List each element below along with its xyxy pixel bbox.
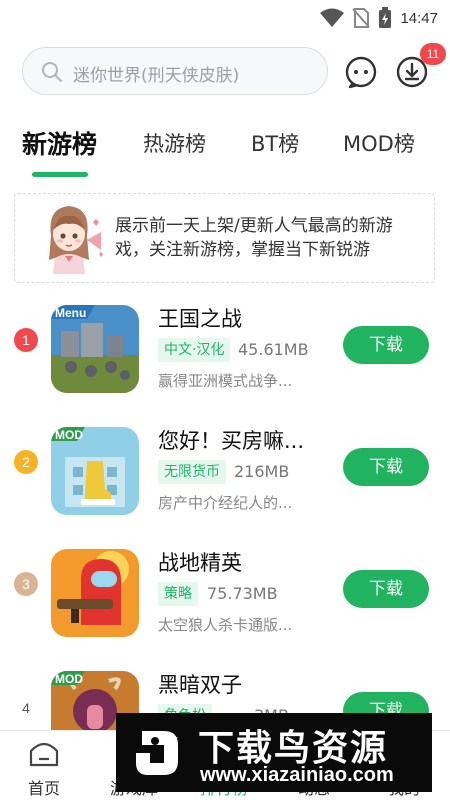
clock: 14:47 <box>400 9 438 27</box>
rank-badge: 2 <box>14 450 38 474</box>
search-row: 迷你世界(刑天侠皮肤) 11 <box>22 43 446 95</box>
game-tag: 策略 <box>158 582 198 606</box>
search-icon <box>42 62 62 82</box>
nav-home-label: 首页 <box>27 779 60 798</box>
download-button[interactable]: 下载 <box>343 326 429 364</box>
tab-bt[interactable]: BT榜 <box>251 128 299 158</box>
rank-badge: 3 <box>14 572 38 596</box>
game-subtitle: 赢得亚洲模式战争... <box>158 372 293 390</box>
game-size: 45.61MB <box>238 340 309 359</box>
game-title[interactable]: 王国之战 <box>158 303 242 333</box>
message-icon[interactable] <box>344 55 378 89</box>
game-row[interactable]: 2 MOD 您好！买房嘛... 无限货币 216MB 房产中介经纪人的... 下… <box>0 422 450 522</box>
watermark-url: www.xiazainiao.com <box>200 764 394 786</box>
game-row[interactable]: 1 Menu 王国之战 中文·汉化 45.61MB 赢得亚洲模式战争... 下载 <box>0 300 450 400</box>
game-size: 216MB <box>234 462 290 481</box>
no-sim-icon <box>352 8 371 28</box>
download-count-badge: 11 <box>420 43 446 65</box>
download-button[interactable]: 下载 <box>343 570 429 608</box>
nav-home[interactable]: 首页 <box>14 739 74 799</box>
ranking-description-banner: 展示前一天上架/更新人气最高的新游戏，关注新游榜，掌握当下新锐游 <box>14 193 435 283</box>
game-title[interactable]: 战地精英 <box>158 547 242 577</box>
home-icon <box>29 742 59 767</box>
game-icon[interactable]: MOD <box>51 427 139 515</box>
tab-new-games[interactable]: 新游榜 <box>22 125 97 161</box>
battery-charging-icon <box>379 7 392 28</box>
game-title[interactable]: 黑暗双子 <box>158 669 242 699</box>
status-bar: 14:47 <box>0 0 450 36</box>
site-watermark: 下载鸟资源 www.xiazainiao.com <box>116 713 432 792</box>
banner-description: 展示前一天上架/更新人气最高的新游戏，关注新游榜，掌握当下新锐游 <box>115 216 393 260</box>
ranking-tabs: 新游榜 热游榜 BT榜 MOD榜 <box>0 120 450 180</box>
mod-corner-label: MOD <box>55 672 83 686</box>
game-row[interactable]: 3 战地精英 策略 75.73MB 太空狼人杀卡通版... 下载 <box>0 544 450 644</box>
game-tag: 中文·汉化 <box>158 338 231 362</box>
mascot-girl-illustration <box>49 206 103 274</box>
game-title[interactable]: 您好！买房嘛... <box>158 425 304 455</box>
tab-hot-games[interactable]: 热游榜 <box>143 128 206 158</box>
rank-badge: 1 <box>14 328 38 352</box>
status-icons: 14:47 <box>320 7 438 29</box>
game-icon[interactable]: Menu <box>51 305 139 393</box>
active-tab-indicator <box>32 172 88 177</box>
game-size: 75.73MB <box>207 584 278 603</box>
mod-corner-label: MOD <box>55 428 83 442</box>
search-placeholder: 迷你世界(刑天侠皮肤) <box>73 66 240 86</box>
game-tag: 无限货币 <box>158 460 226 484</box>
icon-corner-label: Menu <box>55 306 87 320</box>
download-button[interactable]: 下载 <box>343 448 429 486</box>
rank-badge: 4 <box>22 700 30 716</box>
bird-logo-icon <box>136 731 178 775</box>
battlefield-elite-game-icon <box>51 549 139 637</box>
search-input[interactable]: 迷你世界(刑天侠皮肤) <box>22 47 328 95</box>
game-icon[interactable] <box>51 549 139 637</box>
game-subtitle: 房产中介经纪人的... <box>158 494 293 512</box>
wifi-icon <box>320 8 345 27</box>
tab-mod[interactable]: MOD榜 <box>343 128 415 158</box>
game-subtitle: 太空狼人杀卡通版... <box>158 616 293 634</box>
